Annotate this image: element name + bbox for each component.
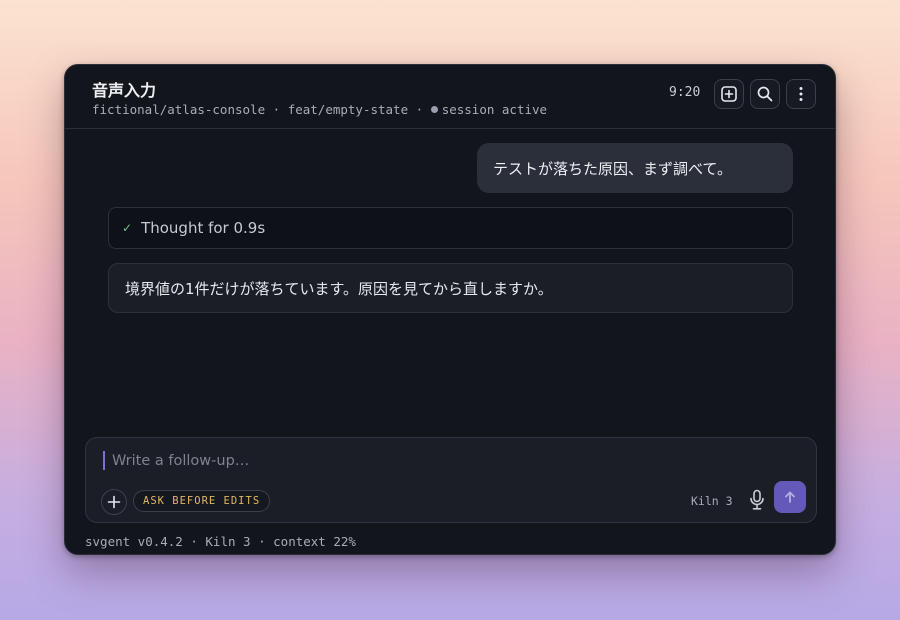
thought-indicator[interactable]: ✓ Thought for 0.9s xyxy=(108,207,793,249)
repo-name: fictional/atlas-console xyxy=(92,102,266,117)
arrow-up-icon xyxy=(785,491,795,503)
microphone-icon xyxy=(750,489,764,510)
new-session-button[interactable] xyxy=(714,79,744,109)
check-icon: ✓ xyxy=(122,221,133,235)
follow-up-input[interactable] xyxy=(110,448,674,474)
separator: · xyxy=(415,102,424,117)
attach-button[interactable] xyxy=(101,489,127,515)
voice-input-button[interactable] xyxy=(746,486,768,514)
header: 音声入力 fictional/atlas-console · feat/empt… xyxy=(65,65,835,129)
separator: · xyxy=(272,102,281,117)
composer: ASK BEFORE EDITS Kiln 3 xyxy=(85,437,817,523)
session-status: session active xyxy=(441,102,548,117)
branch-name: feat/empty-state xyxy=(287,102,409,117)
session-info: fictional/atlas-console · feat/empty-sta… xyxy=(92,102,547,117)
text-caret xyxy=(103,451,105,470)
search-button[interactable] xyxy=(750,79,780,109)
assistant-message: 境界値の1件だけが落ちています。原因を見てから直しますか。 xyxy=(108,263,793,313)
user-message: テストが落ちた原因、まず調べて。 xyxy=(477,143,793,193)
send-button[interactable] xyxy=(774,481,806,513)
clock: 9:20 xyxy=(669,85,701,100)
mode-badge[interactable]: ASK BEFORE EDITS xyxy=(133,490,271,512)
more-button[interactable] xyxy=(786,79,816,109)
more-vertical-icon xyxy=(799,87,803,101)
plus-icon xyxy=(107,495,121,509)
app-window: 音声入力 fictional/atlas-console · feat/empt… xyxy=(64,64,836,555)
page-title: 音声入力 xyxy=(92,81,157,100)
search-icon xyxy=(757,86,773,102)
model-selector[interactable]: Kiln 3 xyxy=(691,494,733,508)
status-dot-icon xyxy=(430,106,438,113)
thought-label: Thought for 0.9s xyxy=(141,219,266,237)
plus-square-icon xyxy=(721,86,737,102)
status-bar: svgent v0.4.2 · Kiln 3 · context 22% xyxy=(85,534,356,549)
